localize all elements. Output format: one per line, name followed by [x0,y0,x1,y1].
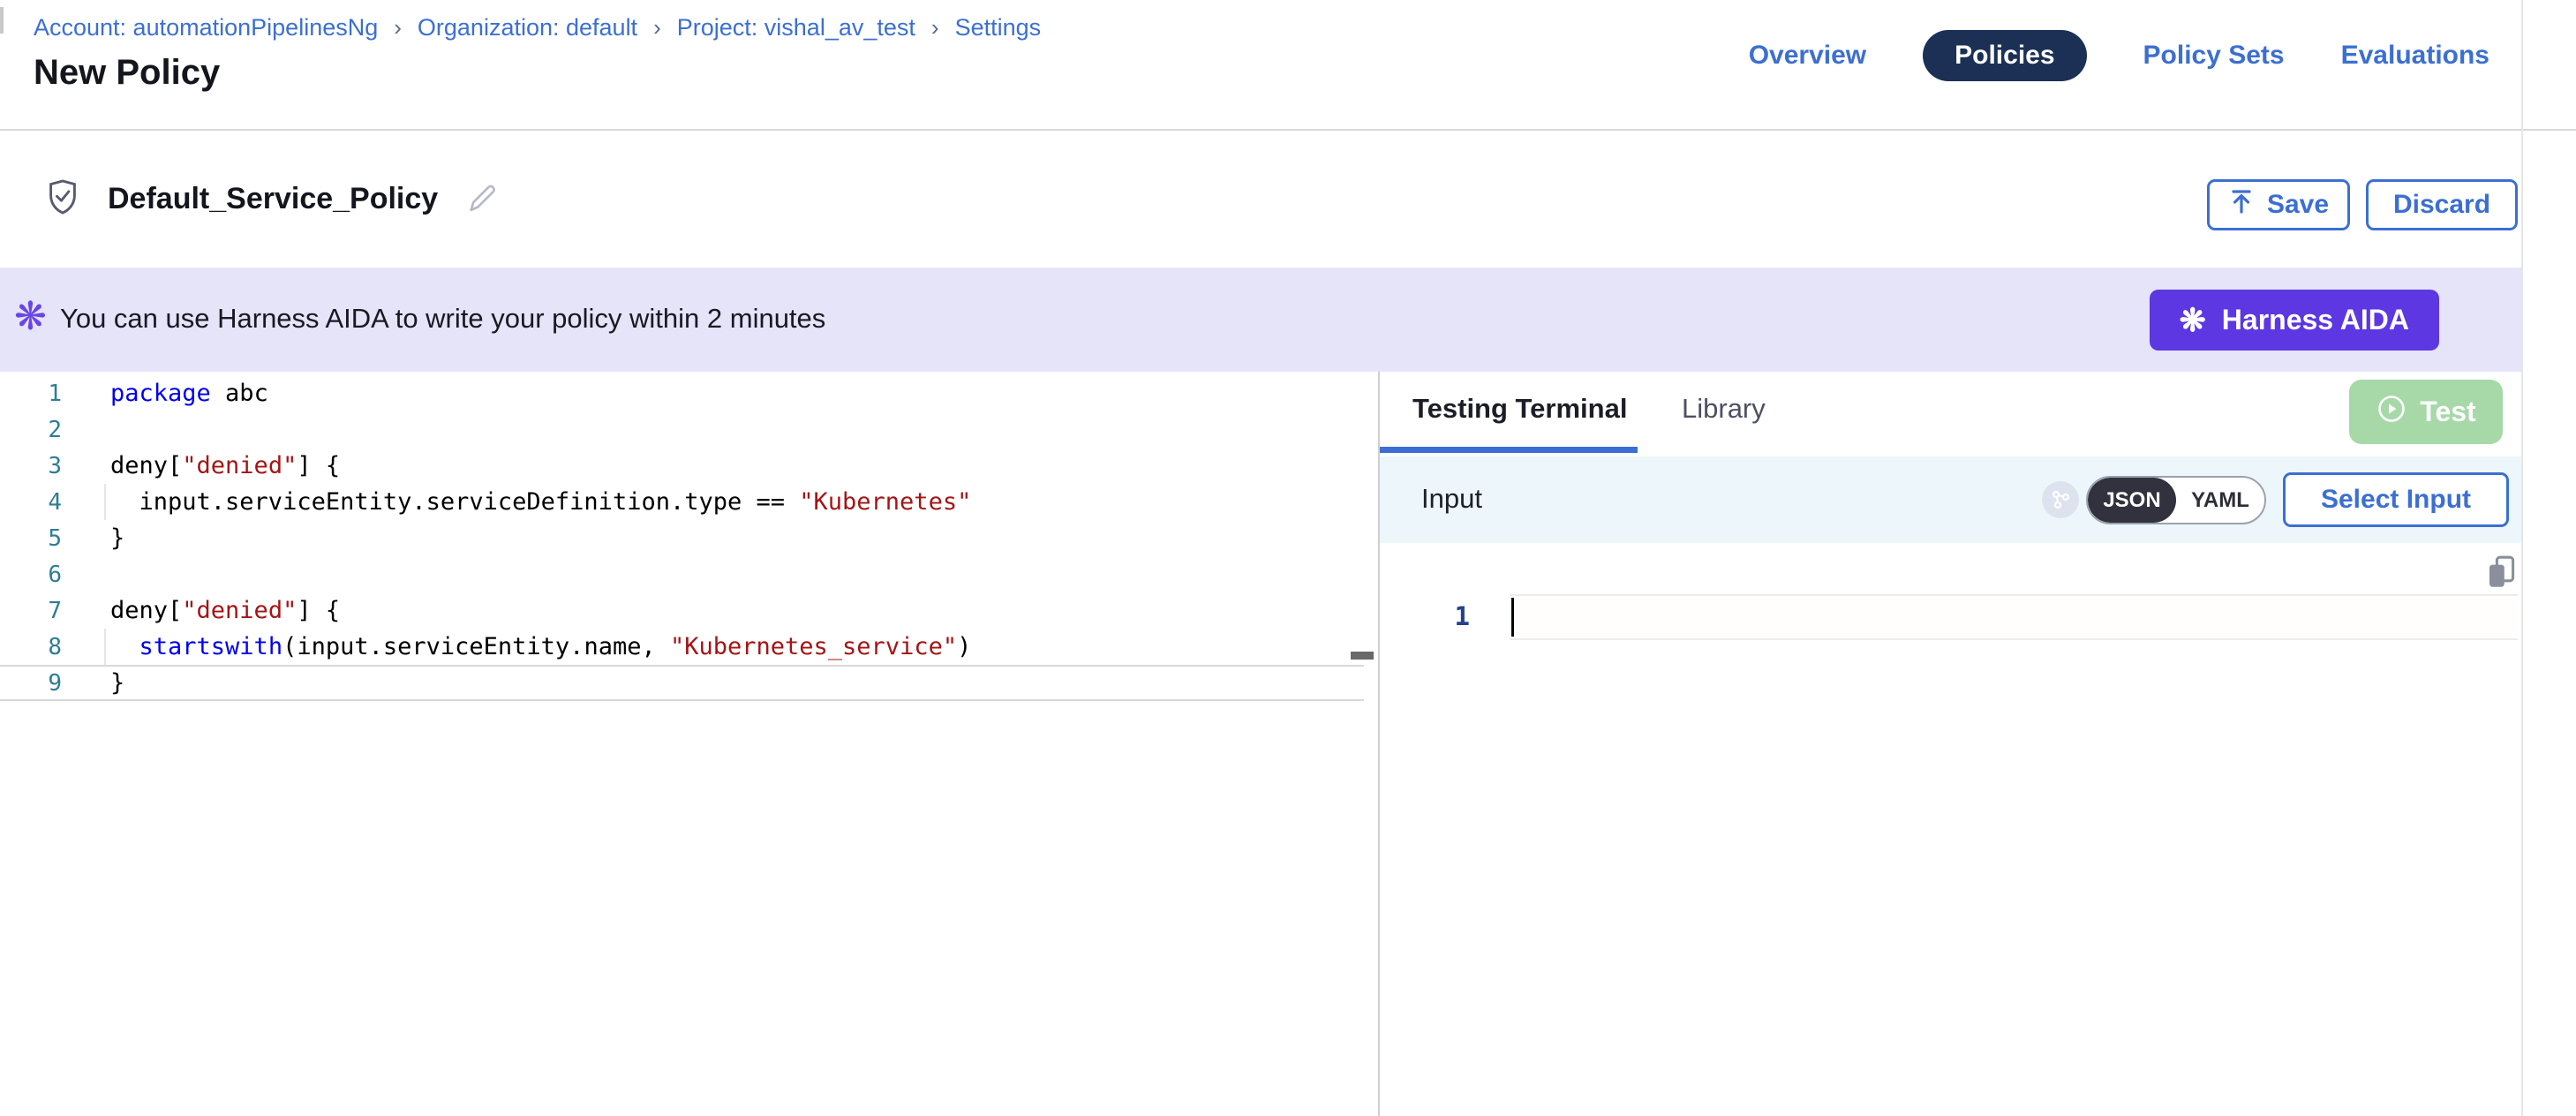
breadcrumb-item[interactable]: Project: vishal_av_test [677,14,915,41]
header-tab-overview[interactable]: Overview [1749,30,1866,81]
code-line[interactable]: 5} [0,520,1378,556]
input-line-number: 1 [1431,601,1470,631]
harness-aida-button[interactable]: ❋ Harness AIDA [2150,290,2439,351]
line-number: 2 [0,417,62,443]
tab-testing-terminal[interactable]: Testing Terminal [1412,393,1627,425]
code-line[interactable]: 9} [0,665,1364,701]
code-text: } [110,669,124,697]
page-title: New Policy [34,53,220,93]
active-tab-underline [1380,447,1638,453]
left-edge-sliver [0,7,4,34]
code-text: startswith(input.serviceEntity.name, "Ku… [110,633,971,660]
line-number: 4 [0,489,62,516]
format-toggle: JSONYAML [2086,476,2266,524]
code-line[interactable]: 7 deny["denied"] { [0,592,1378,629]
aida-banner-message: You can use Harness AIDA to write your p… [60,303,825,335]
line-number: 1 [0,381,62,407]
copy-icon[interactable] [2484,554,2520,591]
aida-flower-icon: ❋ [14,298,47,336]
save-button[interactable]: Save [2207,179,2350,230]
main-content: 1 package abc 2 3 deny["denied"] { 4 input.se… [0,372,2576,1116]
input-label: Input [1421,483,1482,515]
tab-library[interactable]: Library [1682,393,1766,425]
policy-name-group: Default_Service_Policy [42,131,500,268]
breadcrumb-chevron-icon: › [394,14,402,41]
policy-bar: Default_Service_Policy Save Discard [0,131,2576,268]
new-policy-page: Account: automationPipelinesNg › Organizat… [0,0,2576,1116]
header-tab-policy-sets[interactable]: Policy Sets [2143,30,2285,81]
breadcrumb-item[interactable]: Account: automationPipelinesNg [34,14,378,41]
select-input-label: Select Input [2321,485,2471,515]
save-button-label: Save [2267,190,2329,220]
code-line[interactable]: 4 input.serviceEntity.serviceDefinition.… [0,484,1378,520]
line-number: 6 [0,562,62,588]
code-text: input.serviceEntity.serviceDefinition.ty… [110,488,971,516]
line-number: 9 [0,670,62,697]
code-text: deny["denied"] { [110,597,340,624]
code-line[interactable]: 6 [0,556,1378,592]
code-line[interactable]: 1 package abc [0,375,1378,411]
format-option-json[interactable]: JSON [2088,478,2176,523]
aida-button-label: Harness AIDA [2222,304,2409,336]
policy-code-editor[interactable]: 1 package abc 2 3 deny["denied"] { 4 input.se… [0,372,1378,1116]
header-tabs: Overview Policies Policy Sets Evaluations [1749,30,2489,81]
code-text: deny["denied"] { [110,452,340,479]
format-option-yaml[interactable]: YAML [2176,478,2264,523]
header-tab-policies[interactable]: Policies [1923,30,2086,81]
test-button-label: Test [2420,396,2475,428]
test-button[interactable]: Test [2349,380,2503,444]
text-cursor [1511,598,1514,637]
upload-icon [2228,188,2255,222]
aida-button-flower-icon: ❋ [2180,305,2206,336]
testing-panel: Testing Terminal Library Test Input [1380,372,2576,1116]
line-number: 5 [0,525,62,552]
breadcrumb-item[interactable]: Settings [955,14,1042,41]
discard-button[interactable]: Discard [2366,179,2518,230]
code-line[interactable]: 8 startswith(input.serviceEntity.name, "… [0,629,1378,665]
policy-name: Default_Service_Policy [108,182,438,216]
edit-pencil-icon[interactable] [463,178,500,220]
policy-shield-check-icon [42,177,83,222]
input-current-line-highlight [1510,594,2518,640]
breadcrumb: Account: automationPipelinesNg › Organizat… [34,14,1041,41]
page-right-border [2521,0,2523,1116]
line-number: 8 [0,634,62,660]
branch-icon [2042,481,2079,518]
discard-button-label: Discard [2393,190,2490,220]
select-input-button[interactable]: Select Input [2283,472,2509,527]
input-editor[interactable]: 1 [1380,543,2576,1116]
aida-banner: ❋ You can use Harness AIDA to write your… [0,268,2521,372]
page-header: Account: automationPipelinesNg › Organizat… [0,0,2576,131]
code-line[interactable]: 2 [0,411,1378,448]
header-tab-evaluations[interactable]: Evaluations [2341,30,2489,81]
code-text: package abc [110,380,268,407]
breadcrumb-chevron-icon: › [931,14,939,41]
breadcrumb-item[interactable]: Organization: default [418,14,637,41]
play-circle-icon [2376,393,2407,432]
input-header-bar: Input JSONYAML Select Input [1380,456,2521,543]
line-number: 3 [0,453,62,479]
line-number: 7 [0,598,62,624]
breadcrumb-chevron-icon: › [653,14,661,41]
code-line[interactable]: 3 deny["denied"] { [0,448,1378,484]
code-text: } [110,524,124,552]
